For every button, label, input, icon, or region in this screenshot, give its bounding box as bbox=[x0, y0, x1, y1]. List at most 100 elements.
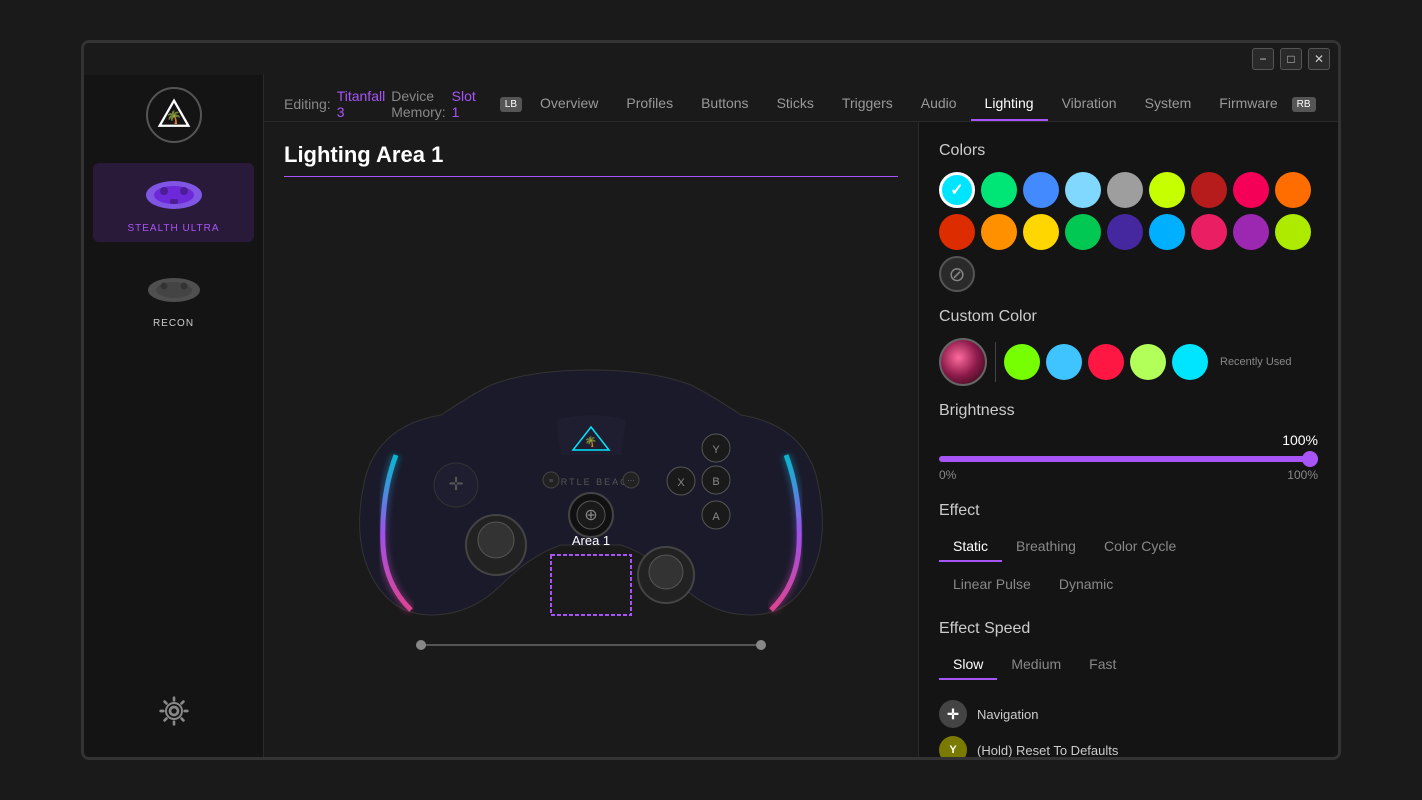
recent-swatch-4[interactable] bbox=[1172, 344, 1208, 380]
controller-area: Lighting Area 1 bbox=[264, 122, 918, 757]
recent-swatch-1[interactable] bbox=[1046, 344, 1082, 380]
lighting-area-title: Lighting Area 1 bbox=[284, 142, 898, 177]
controller-view: 🌴 TURTLE BEACH ⊕ bbox=[284, 193, 898, 737]
editing-label: Editing: bbox=[284, 96, 331, 112]
device-memory-label: Device Memory: bbox=[391, 88, 445, 120]
svg-text:X: X bbox=[677, 477, 685, 489]
controls-hint: ✛ Navigation Y (Hold) Reset To Defaults … bbox=[939, 700, 1318, 757]
recent-swatch-2[interactable] bbox=[1088, 344, 1124, 380]
tab-sticks[interactable]: Sticks bbox=[763, 87, 828, 121]
recent-swatch-3[interactable] bbox=[1130, 344, 1166, 380]
swatch-yellow-green[interactable] bbox=[1149, 172, 1185, 208]
effect-section: Effect Static Breathing Color Cycle Line… bbox=[939, 502, 1318, 600]
slider-labels: 0% 100% bbox=[939, 468, 1318, 482]
swatch-pink[interactable] bbox=[1233, 172, 1269, 208]
colors-title: Colors bbox=[939, 142, 1318, 160]
swatch-light-blue[interactable] bbox=[1065, 172, 1101, 208]
main-area: Editing: Titanfall 3 Device Memory: Slot… bbox=[264, 75, 1338, 757]
svg-text:🌴: 🌴 bbox=[585, 435, 597, 448]
tab-buttons[interactable]: Buttons bbox=[687, 87, 762, 121]
sidebar-item-stealth-ultra[interactable]: STEALTH ULTRA bbox=[93, 163, 254, 242]
swatch-purple[interactable] bbox=[1233, 214, 1269, 250]
slot-value: Slot 1 bbox=[452, 88, 476, 120]
tab-vibration[interactable]: Vibration bbox=[1048, 87, 1131, 121]
speed-fast[interactable]: Fast bbox=[1075, 650, 1130, 680]
rb-badge: RB bbox=[1292, 97, 1316, 112]
sidebar: 🌴 STEALTH ULTRA bbox=[84, 75, 264, 757]
speed-section: Effect Speed Slow Medium Fast bbox=[939, 620, 1318, 680]
tab-lighting[interactable]: Lighting bbox=[971, 87, 1048, 121]
effect-static[interactable]: Static bbox=[939, 532, 1002, 562]
minimize-button[interactable]: − bbox=[1252, 48, 1274, 70]
close-button[interactable]: ✕ bbox=[1308, 48, 1330, 70]
swatch-yellow[interactable] bbox=[1023, 214, 1059, 250]
swatch-deep-purple[interactable] bbox=[1107, 214, 1143, 250]
effect-row-2: Linear Pulse Dynamic bbox=[939, 570, 1318, 600]
controller-image[interactable]: 🌴 TURTLE BEACH ⊕ bbox=[301, 255, 881, 675]
tab-profiles[interactable]: Profiles bbox=[612, 87, 687, 121]
svg-text:≡: ≡ bbox=[549, 478, 553, 485]
tab-system[interactable]: System bbox=[1131, 87, 1206, 121]
speed-title: Effect Speed bbox=[939, 620, 1318, 638]
effect-row-1: Static Breathing Color Cycle bbox=[939, 532, 1318, 562]
nav-tabs: LB Overview Profiles Buttons Sticks Trig… bbox=[500, 87, 1320, 121]
settings-button[interactable] bbox=[152, 689, 196, 733]
app-content: 🌴 STEALTH ULTRA bbox=[84, 75, 1338, 757]
swatch-green[interactable] bbox=[981, 172, 1017, 208]
hint-navigation: ✛ Navigation bbox=[939, 700, 1318, 728]
recently-used-label: Recently Used bbox=[1220, 356, 1292, 368]
tab-overview[interactable]: Overview bbox=[526, 87, 612, 121]
top-nav: Editing: Titanfall 3 Device Memory: Slot… bbox=[264, 75, 1338, 122]
swatch-green2[interactable] bbox=[1065, 214, 1101, 250]
effect-dynamic[interactable]: Dynamic bbox=[1045, 570, 1127, 600]
stealth-ultra-icon bbox=[142, 171, 206, 219]
swatch-red[interactable] bbox=[939, 214, 975, 250]
lb-badge: LB bbox=[500, 97, 522, 112]
swatch-hot-pink[interactable] bbox=[1191, 214, 1227, 250]
swatch-blue[interactable] bbox=[1023, 172, 1059, 208]
maximize-button[interactable]: □ bbox=[1280, 48, 1302, 70]
speed-medium[interactable]: Medium bbox=[997, 650, 1075, 680]
brightness-slider[interactable] bbox=[939, 456, 1318, 462]
recon-label: RECON bbox=[153, 318, 194, 329]
slider-thumb[interactable] bbox=[1302, 451, 1318, 467]
logo: 🌴 bbox=[146, 87, 202, 143]
speed-row: Slow Medium Fast bbox=[939, 650, 1318, 680]
tab-firmware[interactable]: Firmware bbox=[1205, 87, 1291, 121]
svg-text:⋯: ⋯ bbox=[627, 476, 635, 485]
effect-breathing[interactable]: Breathing bbox=[1002, 532, 1090, 562]
swatch-orange[interactable] bbox=[1275, 172, 1311, 208]
y-button-icon: Y bbox=[939, 736, 967, 757]
recent-swatch-0[interactable] bbox=[1004, 344, 1040, 380]
svg-text:Area 1: Area 1 bbox=[572, 533, 610, 548]
right-panel: Colors bbox=[918, 122, 1338, 757]
tab-audio[interactable]: Audio bbox=[907, 87, 971, 121]
svg-text:Y: Y bbox=[712, 444, 720, 456]
swatch-dark-red[interactable] bbox=[1191, 172, 1227, 208]
tab-triggers[interactable]: Triggers bbox=[828, 87, 907, 121]
brightness-value: 100% bbox=[939, 432, 1318, 448]
slider-fill bbox=[939, 456, 1318, 462]
swatch-gray[interactable] bbox=[1107, 172, 1143, 208]
custom-color-title: Custom Color bbox=[939, 308, 1318, 326]
swatch-none[interactable]: ⊘ bbox=[939, 256, 975, 292]
custom-color-picker[interactable] bbox=[939, 338, 987, 386]
svg-text:✛: ✛ bbox=[448, 474, 463, 494]
swatch-light-blue2[interactable] bbox=[1149, 214, 1185, 250]
content-area: Lighting Area 1 bbox=[264, 122, 1338, 757]
effect-color-cycle[interactable]: Color Cycle bbox=[1090, 532, 1190, 562]
custom-color-row: Recently Used bbox=[939, 338, 1318, 386]
svg-text:⊕: ⊕ bbox=[584, 507, 597, 524]
speed-slow[interactable]: Slow bbox=[939, 650, 997, 680]
recently-used bbox=[1004, 344, 1208, 380]
recon-icon bbox=[142, 266, 206, 314]
svg-text:B: B bbox=[712, 476, 719, 488]
swatch-lime[interactable] bbox=[1275, 214, 1311, 250]
divider bbox=[995, 342, 996, 382]
sidebar-item-recon[interactable]: RECON bbox=[93, 258, 254, 337]
stealth-ultra-label: STEALTH ULTRA bbox=[127, 223, 219, 234]
swatch-orange2[interactable] bbox=[981, 214, 1017, 250]
effect-linear-pulse[interactable]: Linear Pulse bbox=[939, 570, 1045, 600]
swatch-cyan[interactable] bbox=[939, 172, 975, 208]
color-swatches: ⊘ bbox=[939, 172, 1318, 292]
